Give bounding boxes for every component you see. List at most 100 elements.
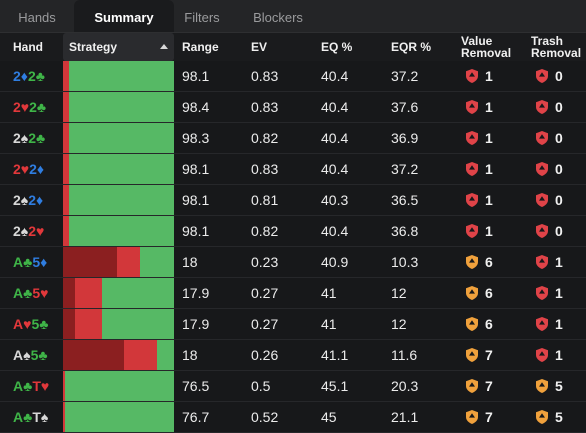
eqr-value: 21.1 xyxy=(391,409,419,425)
trash-removal-count: 1 xyxy=(555,285,563,301)
table-row[interactable]: 2♥2♣ 98.4 0.83 40.4 37.6 1 0 xyxy=(0,92,586,123)
column-header-range[interactable]: Range xyxy=(182,33,219,61)
hand-cell: A♣5♥ xyxy=(13,278,48,308)
card-rank: A xyxy=(13,347,24,363)
strategy-bar[interactable] xyxy=(63,123,174,153)
table-row[interactable]: A♣T♥ 76.5 0.5 45.1 20.3 7 5 xyxy=(0,371,586,402)
eqr-value: 37.2 xyxy=(391,68,419,84)
ev-value: 0.52 xyxy=(251,409,279,425)
club-suit-icon: ♣ xyxy=(39,316,49,332)
column-header-eq[interactable]: EQ % xyxy=(321,33,352,61)
card-rank: 5 xyxy=(32,254,41,270)
eq-value: 40.9 xyxy=(321,254,349,270)
strategy-bar[interactable] xyxy=(63,278,174,308)
trash-removal-count: 0 xyxy=(555,192,563,208)
eq-value: 41.1 xyxy=(321,347,349,363)
card-rank: A xyxy=(13,409,24,425)
range-value: 98.3 xyxy=(182,130,210,146)
card-rank: 2 xyxy=(13,130,21,146)
strategy-bar[interactable] xyxy=(63,340,174,370)
strategy-bar[interactable] xyxy=(63,247,174,277)
tab-hands[interactable]: Hands xyxy=(0,0,74,32)
hand-cell: A♥5♣ xyxy=(13,309,48,339)
column-header-trash-removal[interactable]: Trash Removal xyxy=(531,33,581,63)
table-row[interactable]: 2♥2♦ 98.1 0.83 40.4 37.2 1 0 xyxy=(0,154,586,185)
diamond-suit-icon: ♦ xyxy=(20,68,28,84)
club-suit-icon: ♣ xyxy=(23,409,33,425)
range-value: 98.1 xyxy=(182,161,210,177)
table-row[interactable]: A♥5♣ 17.9 0.27 41 12 6 1 xyxy=(0,309,586,340)
strategy-segment-green xyxy=(68,154,174,184)
tab-blockers[interactable]: Blockers xyxy=(236,0,320,32)
table-row[interactable]: 2♦2♣ 98.1 0.83 40.4 37.2 1 0 xyxy=(0,61,586,92)
strategy-bar[interactable] xyxy=(63,154,174,184)
table-row[interactable]: 2♠2♦ 98.1 0.81 40.3 36.5 1 0 xyxy=(0,185,586,216)
trash-removal-shield-icon xyxy=(536,162,548,176)
eqr-value: 12 xyxy=(391,316,407,332)
club-suit-icon: ♣ xyxy=(35,68,45,84)
tab-summary[interactable]: Summary xyxy=(74,0,174,32)
eq-value: 41 xyxy=(321,285,337,301)
card-rank: 2 xyxy=(13,223,21,239)
trash-removal-shield-icon xyxy=(536,193,548,207)
hand-cell: 2♠2♥ xyxy=(13,216,44,246)
table-row[interactable]: A♣T♠ 76.7 0.52 45 21.1 7 5 xyxy=(0,402,586,433)
tab-filters[interactable]: Filters xyxy=(174,0,230,32)
table-row[interactable]: 2♠2♥ 98.1 0.82 40.4 36.8 1 0 xyxy=(0,216,586,247)
trash-removal-shield-icon xyxy=(536,286,548,300)
card-rank: 2 xyxy=(13,68,21,84)
card-rank: 2 xyxy=(28,192,37,208)
trash-removal-count: 1 xyxy=(555,347,563,363)
column-header-ev[interactable]: EV xyxy=(251,33,267,61)
column-header-value-removal[interactable]: Value Removal xyxy=(461,33,511,63)
strategy-bar[interactable] xyxy=(63,216,174,246)
strategy-bar[interactable] xyxy=(63,371,174,401)
strategy-segment-dark-red xyxy=(63,309,76,339)
value-removal-count: 6 xyxy=(485,254,493,270)
column-header-eqr[interactable]: EQR % xyxy=(391,33,431,61)
trash-removal-count: 0 xyxy=(555,68,563,84)
trash-removal-shield-icon xyxy=(536,379,548,393)
value-removal-count: 7 xyxy=(485,409,493,425)
card-rank: T xyxy=(32,409,41,425)
value-removal-count: 6 xyxy=(485,316,493,332)
table-row[interactable]: A♣5♦ 18 0.23 40.9 10.3 6 1 xyxy=(0,247,586,278)
tab-bar: Hands Summary Filters Blockers xyxy=(0,0,586,33)
strategy-segment-red xyxy=(117,247,140,277)
card-rank: 2 xyxy=(27,68,36,84)
eqr-value: 11.6 xyxy=(391,347,418,363)
strategy-segment-red xyxy=(75,309,102,339)
value-removal-count: 7 xyxy=(485,347,493,363)
ev-value: 0.81 xyxy=(251,192,279,208)
hand-cell: 2♠2♦ xyxy=(13,185,43,215)
hand-cell: 2♥2♦ xyxy=(13,154,44,184)
hand-cell: 2♥2♣ xyxy=(13,92,46,122)
card-rank: 2 xyxy=(13,161,21,177)
card-rank: T xyxy=(32,378,41,394)
value-removal-shield-icon xyxy=(466,255,478,269)
club-suit-icon: ♣ xyxy=(36,99,47,115)
strategy-header-label: Strategy xyxy=(69,40,118,54)
eq-value: 41 xyxy=(321,316,337,332)
trash-removal-count: 1 xyxy=(555,254,563,270)
range-value: 76.5 xyxy=(182,378,210,394)
table-row[interactable]: A♣5♥ 17.9 0.27 41 12 6 1 xyxy=(0,278,586,309)
strategy-bar[interactable] xyxy=(63,309,174,339)
table-row[interactable]: 2♠2♣ 98.3 0.82 40.4 36.9 1 0 xyxy=(0,123,586,154)
column-header-hand[interactable]: Hand xyxy=(13,33,43,61)
heart-suit-icon: ♥ xyxy=(20,161,30,177)
table-row[interactable]: A♠5♣ 18 0.26 41.1 11.6 7 1 xyxy=(0,340,586,371)
heart-suit-icon: ♥ xyxy=(40,285,49,301)
strategy-bar[interactable] xyxy=(63,402,174,432)
strategy-bar[interactable] xyxy=(63,61,174,91)
strategy-segment-green xyxy=(101,278,174,308)
range-value: 76.7 xyxy=(182,409,210,425)
eqr-value: 37.6 xyxy=(391,99,419,115)
strategy-bar[interactable] xyxy=(63,92,174,122)
eq-value: 40.4 xyxy=(321,223,349,239)
column-header-strategy[interactable]: Strategy xyxy=(63,33,174,61)
card-rank: 2 xyxy=(28,130,37,146)
ev-value: 0.27 xyxy=(251,316,279,332)
value-removal-count: 1 xyxy=(485,130,493,146)
strategy-bar[interactable] xyxy=(63,185,174,215)
